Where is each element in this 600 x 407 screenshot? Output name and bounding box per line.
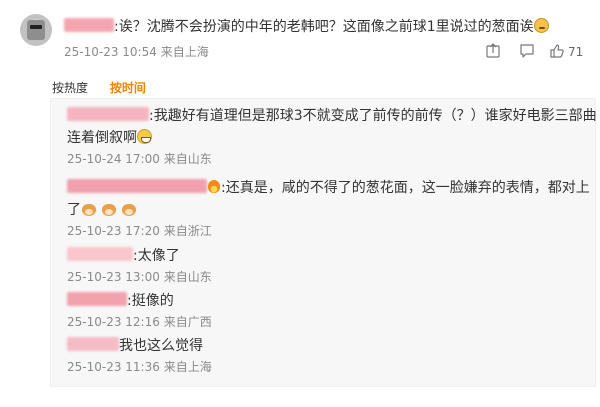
reply-meta: 25-10-23 11:36 来自上海 bbox=[67, 360, 212, 374]
reply-item: :挺像的 25-10-23 12:16 来自广西 bbox=[67, 290, 587, 330]
avatar[interactable] bbox=[20, 14, 52, 46]
dog-emoji bbox=[81, 201, 97, 217]
reply-list: :我趣好有道理但是那球3不就变成了前传的前传（？）谁家好电影三部曲 连着倒叙啊 … bbox=[50, 98, 597, 387]
share-icon[interactable] bbox=[485, 43, 501, 59]
main-comment: :诶？沈腾不会扮演的中年的老韩吧？这面像之前球1里说过的葱面诶 25-10-23… bbox=[0, 0, 600, 70]
comment-icon[interactable] bbox=[519, 43, 535, 59]
sort-by-time[interactable]: 按时间 bbox=[110, 81, 146, 95]
reply-item: :还真是，咸的不得了的葱花面，这一脸嫌弃的表情，都对上 了 25-10-23 1… bbox=[67, 178, 590, 238]
reply-meta: 25-10-23 17:20 来自浙江 bbox=[67, 224, 212, 238]
reply-meta: 25-10-24 17:00 来自山东 bbox=[67, 152, 212, 166]
username-blurred[interactable] bbox=[64, 18, 114, 32]
comment-date: 25-10-23 10:54 bbox=[64, 45, 157, 59]
reply-meta: 25-10-23 13:00 来自山东 bbox=[67, 270, 212, 284]
sort-bar: 按热度 按时间 bbox=[52, 79, 164, 96]
dog-emoji bbox=[121, 201, 137, 217]
comment-location: 来自上海 bbox=[160, 45, 209, 59]
like-icon[interactable] bbox=[549, 43, 565, 59]
grinning-face-emoji bbox=[137, 129, 152, 144]
fire-badge-icon bbox=[207, 178, 221, 194]
sort-by-hot[interactable]: 按热度 bbox=[52, 81, 88, 95]
reply-item: 我也这么觉得 25-10-23 11:36 来自上海 bbox=[67, 335, 587, 375]
reply-item: :太像了 25-10-23 13:00 来自山东 bbox=[67, 245, 587, 285]
username-blurred[interactable] bbox=[67, 337, 119, 351]
username-blurred[interactable] bbox=[67, 107, 149, 121]
reply-meta: 25-10-23 12:16 来自广西 bbox=[67, 315, 212, 329]
username-blurred[interactable] bbox=[67, 247, 133, 261]
username-blurred[interactable] bbox=[67, 292, 127, 306]
main-comment-meta: 25-10-23 10:54 来自上海 bbox=[64, 44, 209, 60]
reply-item: :我趣好有道理但是那球3不就变成了前传的前传（？）谁家好电影三部曲 连着倒叙啊 … bbox=[67, 107, 597, 166]
username-blurred[interactable] bbox=[67, 179, 207, 193]
dog-emoji bbox=[101, 201, 117, 217]
thinking-face-emoji bbox=[533, 18, 549, 33]
like-count: 71 bbox=[568, 45, 584, 59]
comment-thread: :诶？沈腾不会扮演的中年的老韩吧？这面像之前球1里说过的葱面诶 25-10-23… bbox=[0, 0, 600, 407]
main-comment-text: :诶？沈腾不会扮演的中年的老韩吧？这面像之前球1里说过的葱面诶 bbox=[64, 16, 549, 38]
